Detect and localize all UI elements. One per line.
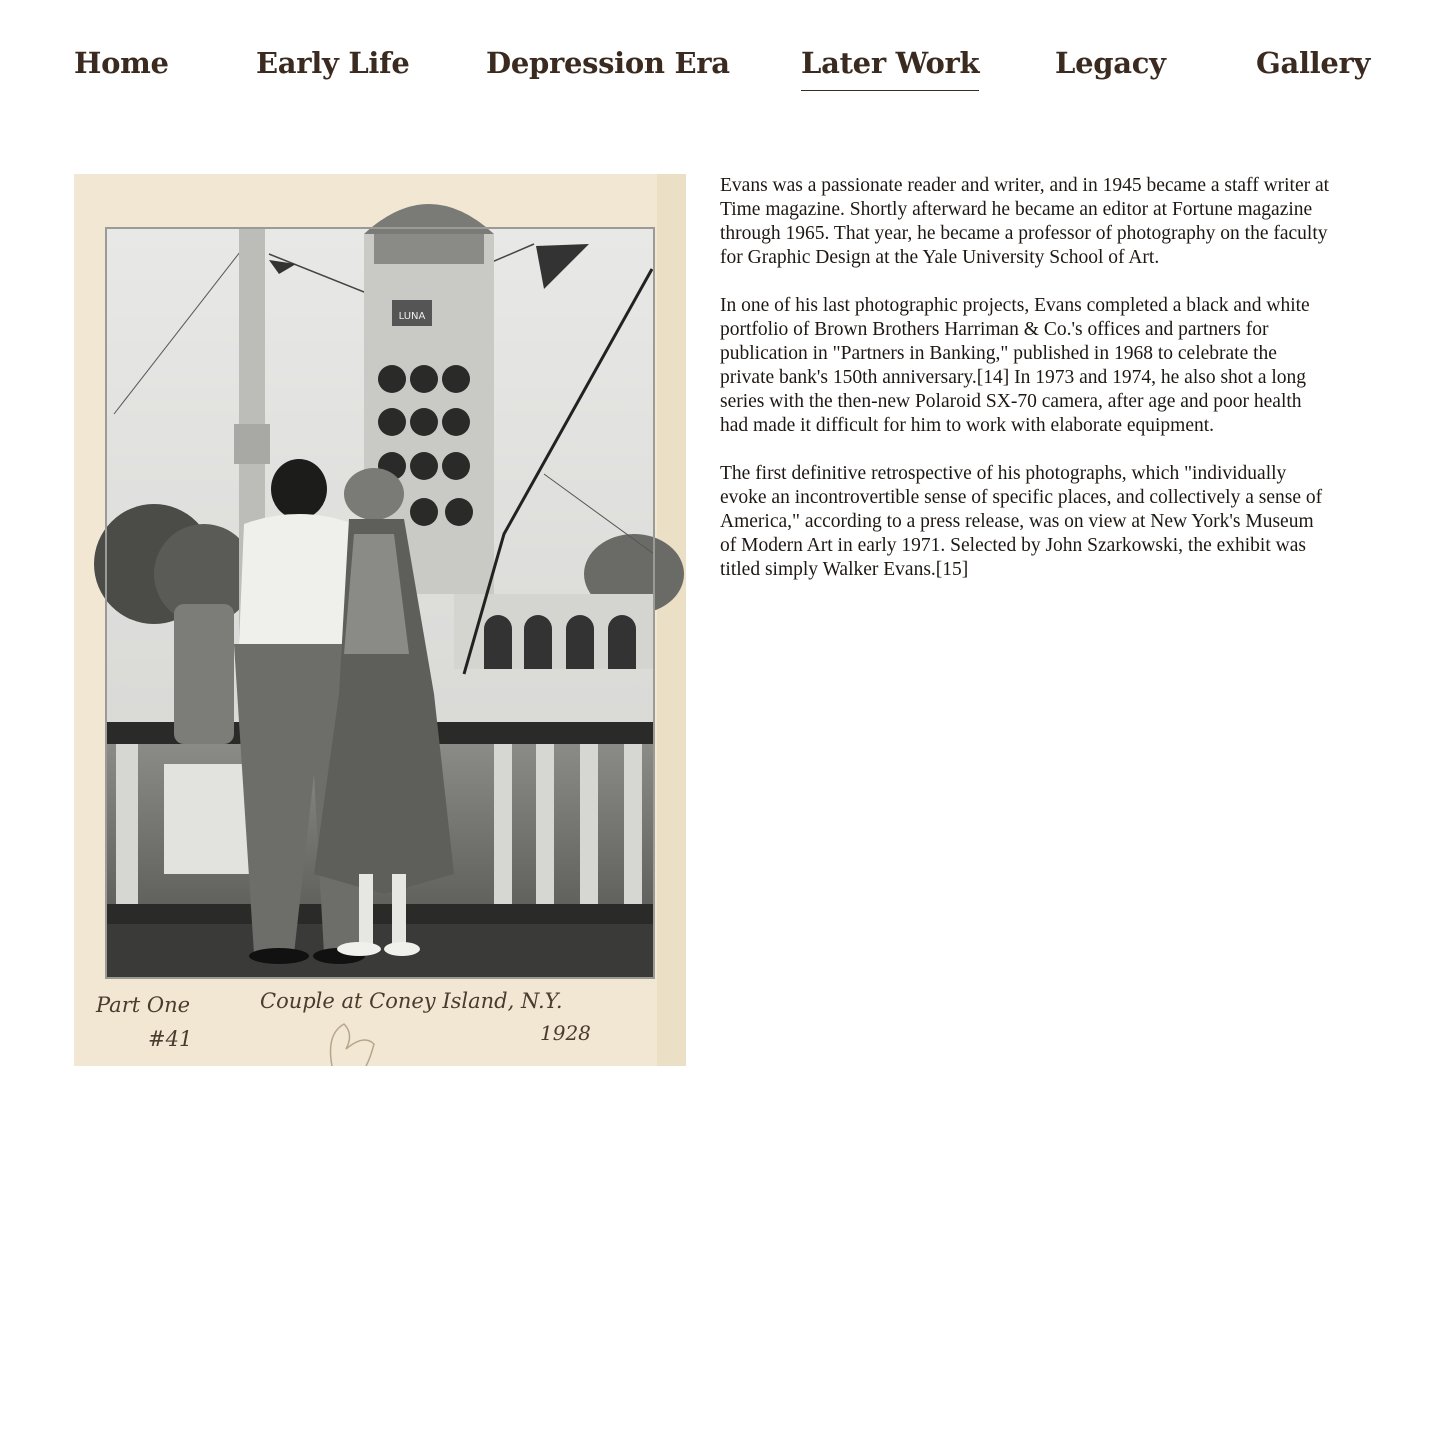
nav-legacy[interactable]: Legacy: [1055, 46, 1166, 90]
paragraph-1: Evans was a passionate reader and writer…: [720, 175, 1330, 268]
photograph-couple-coney-island: LUNA Part One #41 Couple at Coney Island…: [74, 174, 686, 1066]
paragraph-2: In one of his last photographic projects…: [720, 295, 1310, 436]
main-nav: Home Early Life Depression Era Later Wor…: [74, 40, 1370, 100]
caption-number: #41: [148, 1027, 192, 1051]
photograph-svg: LUNA Part One #41 Couple at Coney Island…: [74, 174, 686, 1066]
nav-later-work[interactable]: Later Work: [801, 46, 980, 91]
nav-gallery[interactable]: Gallery: [1256, 46, 1370, 90]
nav-depression-era[interactable]: Depression Era: [486, 46, 730, 90]
caption-year: 1928: [540, 1021, 591, 1045]
paragraph-3: The first definitive retrospective of hi…: [720, 463, 1323, 580]
caption-title: Couple at Coney Island, N.Y.: [260, 989, 563, 1013]
nav-home[interactable]: Home: [74, 46, 169, 90]
caption-part-one: Part One: [95, 993, 190, 1017]
luna-sign-text: LUNA: [399, 311, 426, 322]
article-text: Evans was a passionate reader and writer…: [720, 174, 1334, 606]
nav-early-life[interactable]: Early Life: [256, 46, 410, 90]
photo-print: LUNA: [94, 204, 684, 979]
